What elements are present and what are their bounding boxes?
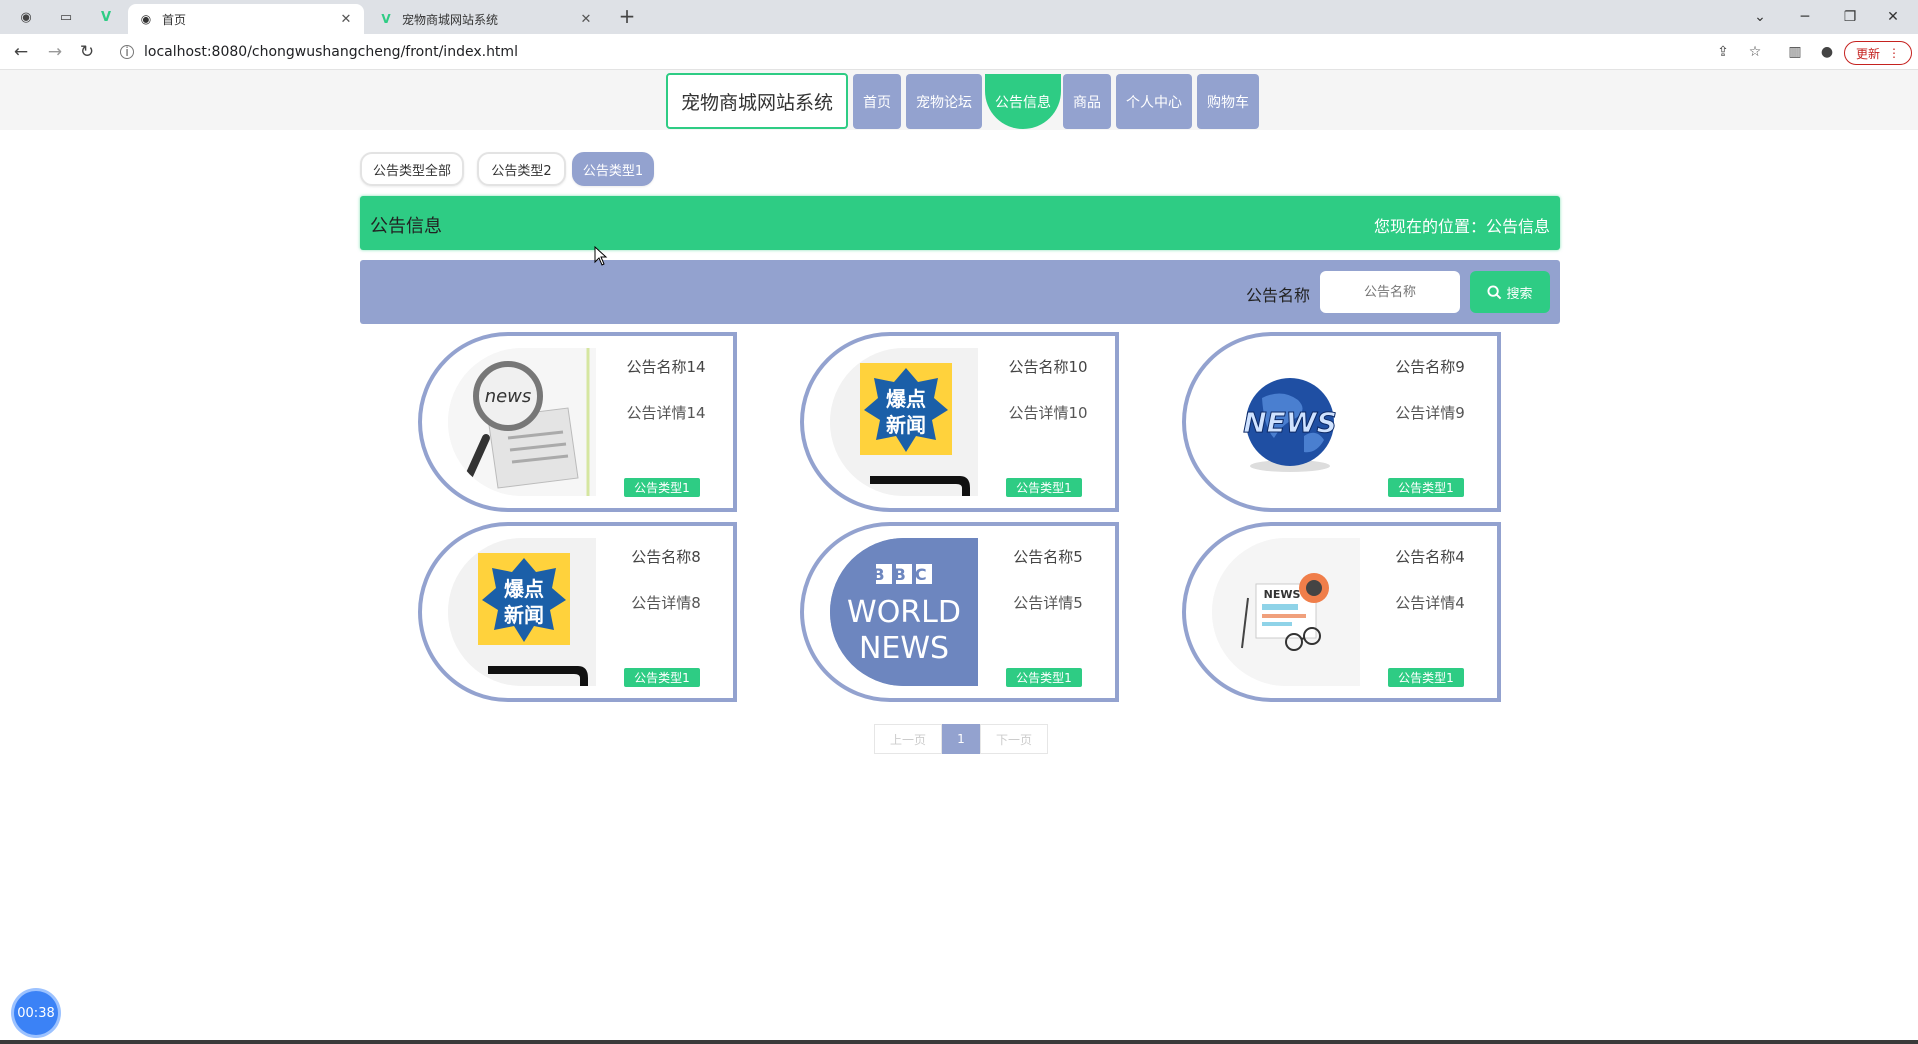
notice-type-badge: 公告类型1 (1006, 478, 1082, 497)
breaking-news-image: 爆点 新闻 (448, 538, 596, 686)
minimize-icon[interactable]: ─ (1785, 4, 1825, 30)
close-window-icon[interactable]: ✕ (1873, 4, 1913, 30)
notice-type-badge: 公告类型1 (624, 668, 700, 687)
forward-icon[interactable]: → (42, 40, 68, 64)
tab-title: 宠物商城网站系统 (402, 12, 499, 27)
notice-detail: 公告详情10 (1008, 404, 1088, 422)
svg-text:NEWS: NEWS (859, 631, 949, 666)
notice-title: 公告名称8 (631, 548, 701, 566)
notice-type-badge: 公告类型1 (1388, 478, 1464, 497)
news-magnifier-image: news (448, 348, 596, 496)
menu-goods[interactable]: 商品 (1063, 74, 1111, 129)
info-icon[interactable]: i (120, 45, 134, 59)
tab-site[interactable]: V 宠物商城网站系统 ✕ (368, 4, 604, 34)
svg-text:新闻: 新闻 (504, 603, 544, 627)
update-button[interactable]: 更新 ⋮ (1844, 41, 1912, 65)
notice-detail: 公告详情4 (1395, 594, 1465, 612)
mouse-cursor-icon (594, 246, 608, 266)
recording-timer[interactable]: 00:38 (14, 991, 58, 1035)
svg-text:news: news (485, 386, 532, 407)
menu-home[interactable]: 首页 (853, 74, 901, 129)
breaking-news-image: 爆点 新闻 (830, 348, 978, 496)
tab-search-icon[interactable]: ⌄ (1740, 4, 1780, 30)
search-icon (1487, 284, 1502, 299)
notice-card[interactable]: NEWS 公告名称4 公告详情4 公告类型1 (1182, 522, 1501, 702)
new-tab-button[interactable]: + (614, 5, 640, 29)
update-label: 更新 (1855, 46, 1880, 61)
url-text: localhost:8080/chongwushangcheng/front/i… (144, 44, 518, 60)
svg-text:NEWS: NEWS (1264, 588, 1301, 601)
notice-card[interactable]: news 公告名称14 公告详情14 公告类型1 (418, 332, 737, 512)
page-1-button[interactable]: 1 (942, 724, 980, 754)
filter-type-1[interactable]: 公告类型1 (572, 152, 654, 186)
restore-icon[interactable]: ❐ (1830, 4, 1870, 30)
star-icon[interactable]: ☆ (1744, 42, 1766, 62)
notice-title: 公告名称10 (1008, 358, 1088, 376)
svg-text:NEWS: NEWS (1243, 406, 1337, 439)
notice-title: 公告名称9 (1395, 358, 1465, 376)
notice-type-badge: 公告类型1 (624, 478, 700, 497)
globe-icon: ◉ (140, 12, 152, 26)
vue-tab-icon[interactable]: V (94, 6, 118, 28)
profile-icon[interactable]: ● (1816, 42, 1838, 62)
svg-text:BBC: BBC (872, 565, 935, 584)
pinned-tab-icon[interactable]: ◉ (14, 6, 38, 28)
menu-cart[interactable]: 购物车 (1197, 74, 1259, 129)
tab-home[interactable]: ◉ 首页 ✕ (128, 4, 364, 34)
menu-pet-forum[interactable]: 宠物论坛 (906, 74, 982, 129)
notice-card[interactable]: 爆点 新闻 公告名称8 公告详情8 公告类型1 (418, 522, 737, 702)
notice-detail: 公告详情9 (1395, 404, 1465, 422)
close-icon[interactable]: ✕ (338, 12, 354, 27)
notice-type-badge: 公告类型1 (1388, 668, 1464, 687)
more-icon: ⋮ (1888, 46, 1900, 60)
notice-title: 公告名称5 (1013, 548, 1083, 566)
search-input[interactable] (1320, 271, 1460, 313)
menu-personal-center[interactable]: 个人中心 (1116, 74, 1192, 129)
reload-icon[interactable]: ↻ (74, 40, 100, 64)
notice-card[interactable]: BBC WORLD NEWS 公告名称5 公告详情5 公告类型1 (800, 522, 1119, 702)
next-page-button[interactable]: 下一页 (980, 724, 1048, 754)
breadcrumb: 您现在的位置：公告信息 (1373, 217, 1550, 236)
taskbar-edge (0, 1040, 1918, 1044)
search-button-label: 搜索 (1506, 286, 1533, 302)
svg-text:WORLD: WORLD (847, 595, 961, 630)
side-panel-icon[interactable]: ▥ (1784, 42, 1806, 62)
prev-page-button[interactable]: 上一页 (874, 724, 942, 754)
notice-detail: 公告详情8 (631, 594, 701, 612)
search-button[interactable]: 搜索 (1470, 271, 1550, 313)
vue-icon: V (381, 12, 391, 26)
section-banner: 公告信息 您现在的位置：公告信息 (360, 196, 1560, 250)
svg-text:新闻: 新闻 (886, 413, 926, 437)
tab-title: 首页 (162, 12, 187, 27)
newspaper-glasses-image: NEWS (1212, 538, 1360, 686)
news-globe-image: NEWS (1212, 348, 1360, 496)
site-brand[interactable]: 宠物商城网站系统 (666, 73, 848, 129)
notice-title: 公告名称4 (1395, 548, 1465, 566)
section-title: 公告信息 (370, 216, 442, 237)
back-icon[interactable]: ← (8, 40, 34, 64)
search-label: 公告名称 (1246, 286, 1311, 305)
notice-title: 公告名称14 (626, 358, 706, 376)
svg-text:爆点: 爆点 (886, 387, 926, 411)
svg-text:爆点: 爆点 (504, 577, 544, 601)
notice-card[interactable]: NEWS 公告名称9 公告详情9 公告类型1 (1182, 332, 1501, 512)
bbc-world-news-image: BBC WORLD NEWS (830, 538, 978, 686)
url-field[interactable]: i localhost:8080/chongwushangcheng/front… (110, 38, 1710, 66)
pagination: 上一页 1 下一页 (874, 724, 1048, 754)
share-icon[interactable]: ⇪ (1712, 42, 1734, 62)
notice-detail: 公告详情5 (1013, 594, 1083, 612)
filter-all-types[interactable]: 公告类型全部 (360, 152, 464, 186)
search-bar: 公告名称 搜索 (360, 260, 1560, 324)
pinned-tab-icon[interactable]: ▭ (54, 6, 78, 28)
notice-type-badge: 公告类型1 (1006, 668, 1082, 687)
browser-tab-bar: ◉ ▭ V ◉ 首页 ✕ V 宠物商城网站系统 ✕ + ⌄ ─ ❐ ✕ (0, 0, 1918, 34)
close-icon[interactable]: ✕ (578, 12, 594, 27)
notice-detail: 公告详情14 (626, 404, 706, 422)
filter-type-2[interactable]: 公告类型2 (477, 152, 566, 186)
address-bar: ← → ↻ i localhost:8080/chongwushangcheng… (0, 34, 1918, 70)
notice-card[interactable]: 爆点 新闻 公告名称10 公告详情10 公告类型1 (800, 332, 1119, 512)
